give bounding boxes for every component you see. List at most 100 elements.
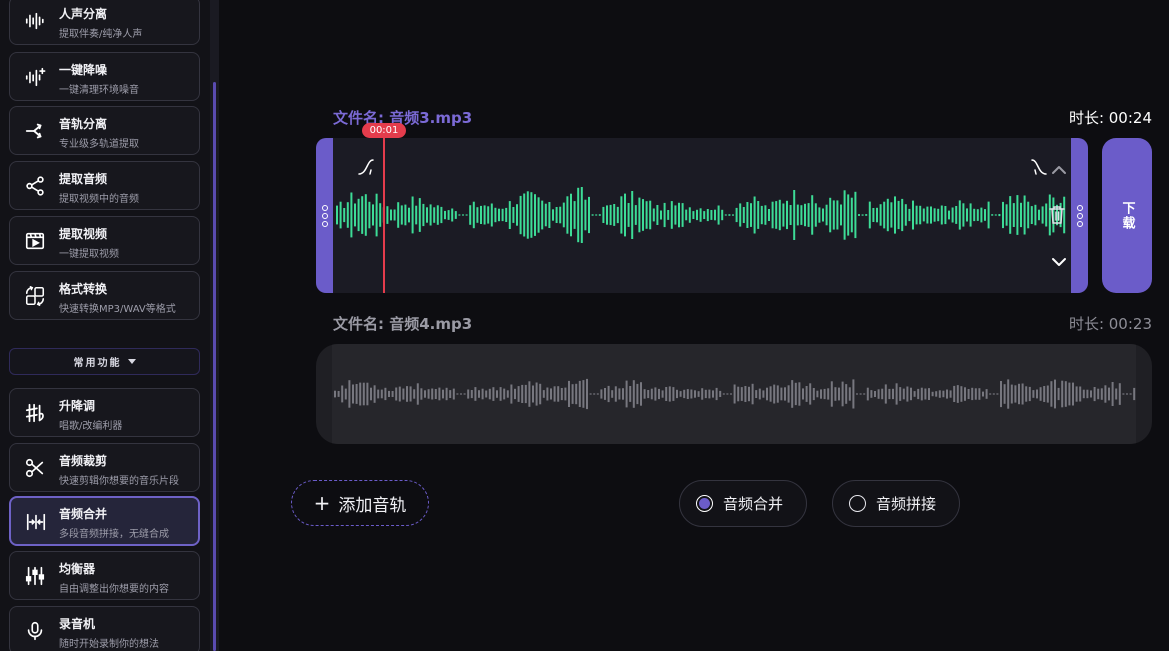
waveform-bar [1025,386,1028,402]
delete-icon[interactable] [1048,205,1066,225]
waveform-bar [751,383,754,405]
waveform-bar [748,386,750,402]
waveform-bar [562,202,565,228]
waveform-bar [714,209,716,221]
waveform-bar [735,207,738,223]
waveform-bar [971,387,974,401]
track2-waveform-panel[interactable] [316,344,1152,444]
track2-duration: 时长: 00:23 [1068,315,1152,333]
waveform-bar [708,389,711,399]
tool-extract-video[interactable]: 提取视频 一键提取视频 [9,216,200,265]
tool-subtitle: 专业级多轨道提取 [59,139,139,150]
sharp-flat-icon [23,401,47,425]
tool-extract-audio[interactable]: 提取音频 提取视频中的音频 [9,161,200,210]
waveform-bar [791,380,794,408]
playhead-line[interactable] [383,138,385,293]
tool-pitch-shift[interactable]: 升降调 唱歌/改编利器 [9,388,200,437]
waveform-bar [794,382,797,406]
waveform-bar [380,389,383,399]
waveform-bar [355,384,358,404]
waveform-bar [336,205,338,225]
waveform-bar [499,387,502,401]
waveform-bar [845,384,848,404]
waveform-bar [804,203,806,227]
waveform-bar [397,202,400,228]
tool-format-convert[interactable]: 格式转换 快速转换MP3/WAV等格式 [9,271,200,320]
tool-vocal-separation[interactable]: 人声分离 提取伴奏/纯净人声 [9,0,200,45]
waveform-bar [368,201,371,229]
download-button[interactable]: 下载 [1102,138,1152,293]
waveform-bar [1090,390,1092,398]
tool-recorder[interactable]: 录音机 随时开始录制你的想法 [9,606,200,651]
track1-waveform-panel[interactable] [316,138,1088,293]
waveform-bar [1054,379,1056,409]
waveform-bar [956,385,959,403]
fade-in-icon[interactable] [357,157,377,177]
tool-subtitle: 唱歌/改编利器 [59,421,123,432]
waveform-bar [420,388,423,400]
waveform-bar [620,196,623,234]
tool-title: 升降调 [59,399,96,413]
waveform-bar [1126,393,1128,395]
waveform-bar [530,192,533,238]
waveform-bar [958,200,961,230]
waveform-bar [812,388,815,401]
video-icon [23,229,47,253]
tool-audio-trim[interactable]: 音频裁剪 快速剪辑你想要的音乐片段 [9,443,200,492]
tool-equalizer[interactable]: 均衡器 自由调整出你想要的内容 [9,551,200,600]
add-track-button[interactable]: + 添加音轨 [291,480,429,526]
waveform-bar [816,390,819,398]
waveform-bar [400,205,403,225]
waveform-bar [866,387,869,401]
waveform-bar [807,203,810,227]
share-nodes-icon [23,174,47,198]
waveform-bar [434,389,437,399]
track1-left-trim-handle[interactable] [316,138,333,293]
waveform-bar [404,204,407,226]
handle-dot [1076,212,1083,219]
waveform-bar [667,210,670,220]
waveform-bar [737,386,740,402]
waveform-bar [832,200,835,230]
waveform-bar [346,202,349,228]
waveform-bar [514,388,516,400]
tool-audio-merge[interactable]: 音频合并 多段音频拼接，无缝合成 [9,496,200,546]
waveform-bar [508,201,511,229]
waveform-bar [377,389,380,399]
waveform-bar [1041,206,1044,224]
waveform-bar [334,390,336,398]
waveform-bar [895,383,898,405]
waveform-bar [726,393,729,395]
common-functions-toggle[interactable]: 常用功能 [9,348,200,375]
tool-track-separation[interactable]: 音轨分离 专业级多轨道提取 [9,106,200,155]
waveform-bar [1023,195,1026,235]
waveform-bar [611,390,614,398]
move-down-icon[interactable] [1050,254,1068,268]
waveform-bar [681,203,684,227]
waveform-bar [852,379,855,409]
waveform-bar [418,198,421,232]
tool-denoise[interactable]: 一键降噪 一键清理环境噪音 [9,52,200,101]
mode-label: 音频合并 [723,495,784,513]
mode-merge-option[interactable]: 音频合并 [679,480,807,527]
waveform-bar [944,206,947,225]
waveform-bar [431,388,434,400]
mode-concat-option[interactable]: 音频拼接 [832,480,960,527]
waveform-bar [1057,387,1060,401]
track1-right-trim-handle[interactable] [1071,138,1088,293]
waveform-bar [933,208,936,222]
waveform-bar [458,214,461,216]
waveform-bar [524,384,527,404]
sidebar-scrollbar-thumb[interactable] [213,82,216,651]
waveform-bar [494,207,497,223]
waveform-bar [613,204,616,226]
waveform-bar [665,387,668,401]
waveform-bar [1038,209,1040,221]
move-up-icon[interactable] [1050,162,1068,176]
waveform-bar [863,393,866,395]
waveform-bar [786,200,788,230]
waveform-bar [859,393,862,395]
sparkle-wave-icon [23,65,47,89]
playhead-time-badge[interactable]: 00:01 [362,123,406,138]
fade-out-icon[interactable] [1030,157,1050,177]
